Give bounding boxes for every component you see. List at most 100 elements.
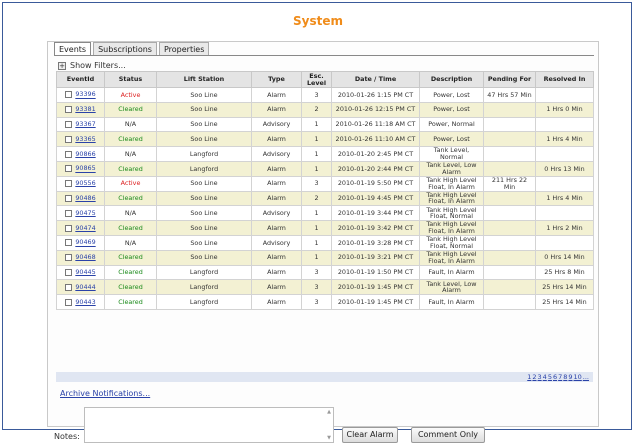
- archive-notifications-link[interactable]: Archive Notifications...: [60, 389, 150, 398]
- table-row[interactable]: 93381 Cleared Soo Line Alarm 2 2010-01-26 12:…: [56, 101, 594, 118]
- resolved-in-cell: 1 Hrs 4 Min: [535, 131, 594, 148]
- header-lift-station[interactable]: Lift Station: [156, 71, 252, 88]
- row-checkbox[interactable]: [65, 106, 73, 114]
- page-link[interactable]: 9: [568, 373, 572, 381]
- esc-level-cell: 1: [301, 220, 332, 236]
- date-time-cell: 2010-01-19 1:50 PM CT: [331, 264, 420, 281]
- eventid-link[interactable]: 90469: [75, 239, 95, 247]
- notes-textarea[interactable]: ▲ ▼: [84, 407, 334, 443]
- eventid-link[interactable]: 90444: [75, 283, 95, 291]
- row-checkbox[interactable]: [65, 298, 73, 306]
- table-row[interactable]: 90469 N/A Soo Line Advisory 1 2010-01-19 3:28…: [56, 234, 594, 251]
- tab-subscriptions[interactable]: Subscriptions: [93, 42, 157, 55]
- eventid-link[interactable]: 93365: [75, 135, 95, 143]
- eventid-link[interactable]: 90486: [75, 194, 95, 202]
- page-link[interactable]: 1: [527, 373, 531, 381]
- table-row[interactable]: 90443 Cleared Langford Alarm 3 2010-01-19 1:4…: [56, 294, 594, 310]
- header-eventid[interactable]: EventId: [56, 71, 105, 88]
- table-row[interactable]: 90475 N/A Soo Line Advisory 1 2010-01-19 3:44…: [56, 205, 594, 222]
- row-checkbox[interactable]: [65, 194, 73, 202]
- esc-level-cell: 1: [301, 131, 332, 148]
- show-filters-label[interactable]: Show Filters...: [70, 61, 126, 70]
- page-link[interactable]: 8: [563, 373, 567, 381]
- row-checkbox[interactable]: [65, 268, 73, 276]
- scroll-up-icon[interactable]: ▲: [327, 409, 331, 415]
- comment-only-button[interactable]: Comment Only: [411, 427, 485, 443]
- page-link[interactable]: 3: [538, 373, 542, 381]
- show-filters[interactable]: + Show Filters...: [58, 61, 126, 70]
- row-checkbox[interactable]: [65, 91, 73, 99]
- status-cell: Cleared: [104, 249, 157, 266]
- clear-alarm-button[interactable]: Clear Alarm: [342, 427, 398, 443]
- table-row[interactable]: 90444 Cleared Langford Alarm 3 2010-01-19 1:4…: [56, 279, 594, 296]
- resolved-in-cell: [535, 234, 594, 251]
- header-type[interactable]: Type: [251, 71, 302, 88]
- eventid-link[interactable]: 90475: [75, 209, 95, 217]
- scroll-down-icon[interactable]: ▼: [327, 435, 331, 441]
- tab-events[interactable]: Events: [54, 42, 92, 55]
- table-row[interactable]: 90556 Active Soo Line Alarm 3 2010-01-19 5:50…: [56, 175, 594, 192]
- pending-for-cell: 47 Hrs 57 Min: [483, 87, 536, 103]
- eventid-link[interactable]: 93396: [75, 91, 95, 99]
- eventid-link[interactable]: 93381: [75, 105, 95, 113]
- pending-for-cell: [483, 294, 536, 310]
- page-link[interactable]: 2: [532, 373, 536, 381]
- eventid-link[interactable]: 90445: [75, 268, 95, 276]
- resolved-in-cell: 25 Hrs 8 Min: [535, 264, 594, 281]
- row-checkbox[interactable]: [65, 209, 73, 217]
- table-row[interactable]: 93365 Cleared Soo Line Alarm 1 2010-01-26 11:…: [56, 131, 594, 148]
- eventid-link[interactable]: 90443: [75, 298, 95, 306]
- header-status[interactable]: Status: [104, 71, 157, 88]
- table-row[interactable]: 90866 N/A Langford Advisory 1 2010-01-20 2:45…: [56, 146, 594, 162]
- esc-level-cell: 1: [301, 205, 332, 222]
- resolved-in-cell: [535, 116, 594, 133]
- status-cell: Active: [104, 175, 157, 192]
- page-link[interactable]: 10: [574, 373, 582, 381]
- lift-station-cell: Soo Line: [156, 87, 252, 103]
- row-checkbox[interactable]: [65, 254, 73, 262]
- esc-level-cell: 3: [301, 264, 332, 281]
- row-checkbox[interactable]: [65, 135, 73, 143]
- tab-divider: [54, 55, 594, 56]
- table-row[interactable]: 90468 Cleared Soo Line Alarm 1 2010-01-19 3:2…: [56, 249, 594, 266]
- page-link[interactable]: 4: [543, 373, 547, 381]
- row-checkbox[interactable]: [65, 224, 73, 232]
- page-link[interactable]: ...: [583, 373, 589, 381]
- table-row[interactable]: 90474 Cleared Soo Line Alarm 1 2010-01-19 3:4…: [56, 220, 594, 236]
- description-cell: Fault, In Alarm: [419, 264, 484, 281]
- table-row[interactable]: 93367 N/A Soo Line Advisory 1 2010-01-26 11:1…: [56, 116, 594, 133]
- header-date-time[interactable]: Date / Time: [331, 71, 420, 88]
- eventid-link[interactable]: 90556: [75, 179, 95, 187]
- eventid-link[interactable]: 90468: [75, 253, 95, 261]
- row-checkbox[interactable]: [65, 283, 73, 291]
- row-checkbox[interactable]: [65, 120, 73, 128]
- eventid-link[interactable]: 90866: [75, 150, 95, 158]
- tab-properties[interactable]: Properties: [158, 42, 210, 55]
- type-cell: Alarm: [251, 190, 302, 207]
- header-esc-level[interactable]: Esc. Level: [301, 71, 332, 88]
- table-row[interactable]: 90486 Cleared Soo Line Alarm 2 2010-01-19 4:4…: [56, 190, 594, 207]
- table-row[interactable]: 93396 Active Soo Line Alarm 3 2010-01-26 1:15…: [56, 87, 594, 103]
- table-row[interactable]: 90445 Cleared Langford Alarm 3 2010-01-19 1:5…: [56, 264, 594, 281]
- status-cell: Cleared: [104, 190, 157, 207]
- row-checkbox[interactable]: [65, 165, 73, 173]
- date-time-cell: 2010-01-19 1:45 PM CT: [331, 294, 420, 310]
- expand-plus-icon[interactable]: +: [58, 61, 66, 70]
- row-checkbox[interactable]: [65, 180, 73, 188]
- eventid-link[interactable]: 93367: [75, 120, 95, 128]
- page-link[interactable]: 6: [553, 373, 557, 381]
- description-cell: Power, Lost: [419, 131, 484, 148]
- type-cell: Advisory: [251, 205, 302, 222]
- eventid-link[interactable]: 90865: [75, 165, 95, 173]
- page-link[interactable]: 5: [548, 373, 552, 381]
- eventid-link[interactable]: 90474: [75, 224, 95, 232]
- description-cell: Power, Normal: [419, 116, 484, 133]
- row-checkbox[interactable]: [65, 239, 73, 247]
- row-checkbox[interactable]: [65, 150, 73, 158]
- header-description[interactable]: Description: [419, 71, 484, 88]
- table-row[interactable]: 90865 Cleared Langford Alarm 1 2010-01-20 2:4…: [56, 160, 594, 177]
- page-link[interactable]: 7: [558, 373, 562, 381]
- header-resolved-in[interactable]: Resolved In: [535, 71, 594, 88]
- eventid-cell: 93396: [56, 87, 105, 103]
- header-pending-for[interactable]: Pending For: [483, 71, 536, 88]
